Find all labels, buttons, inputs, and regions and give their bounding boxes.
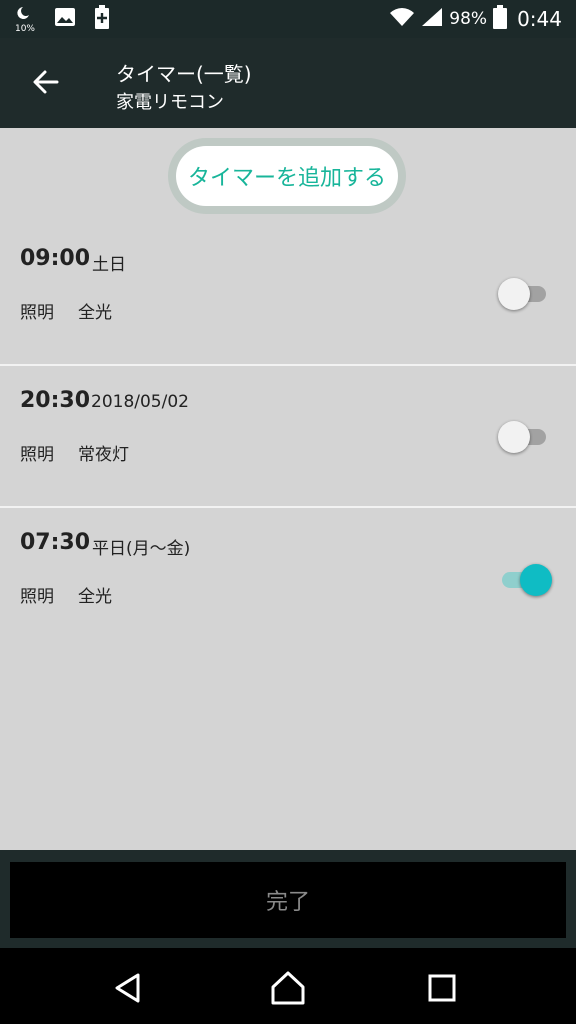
moon-battery-icon: 10% — [14, 5, 36, 34]
timer-mode: 全光 — [78, 587, 112, 607]
toggle-thumb — [498, 421, 530, 453]
timer-schedule: 土日 — [92, 255, 126, 275]
done-button[interactable]: 完了 — [10, 862, 566, 938]
back-arrow-icon — [33, 70, 59, 94]
timer-time: 07:30 — [20, 530, 91, 555]
timer-item[interactable]: 20:30 2018/05/02 照明 常夜灯 — [0, 366, 576, 508]
timer-device: 照明 — [20, 303, 54, 323]
signal-icon — [421, 7, 443, 32]
timer-time: 09:00 — [20, 246, 91, 271]
wifi-icon — [389, 7, 415, 32]
navigation-bar — [0, 948, 576, 1024]
status-bar: 10% 98% 0:44 — [0, 0, 576, 38]
timer-mode: 全光 — [78, 303, 112, 323]
toggle-thumb — [520, 564, 552, 596]
timer-item[interactable]: 07:30 平日(月〜金) 照明 全光 — [0, 508, 576, 650]
timer-device: 照明 — [20, 587, 54, 607]
image-icon — [54, 7, 76, 31]
timer-toggle[interactable] — [498, 419, 548, 453]
add-timer-button-outline: タイマーを追加する — [168, 138, 406, 214]
back-button[interactable] — [28, 64, 64, 100]
timer-schedule: 平日(月〜金) — [92, 539, 191, 559]
add-timer-button[interactable]: タイマーを追加する — [176, 146, 398, 206]
small-battery-text: 10% — [14, 23, 35, 34]
page-title: タイマー(一覧) — [116, 62, 252, 86]
timer-schedule: 2018/05/02 — [91, 392, 189, 412]
timer-device: 照明 — [20, 445, 54, 465]
battery-plus-icon — [94, 5, 110, 33]
timer-item[interactable]: 09:00 土日 照明 全光 — [0, 224, 576, 366]
triangle-back-icon — [115, 973, 140, 1003]
nav-recents-button[interactable] — [422, 968, 462, 1008]
app-bar: タイマー(一覧) 家電リモコン — [0, 38, 576, 128]
timer-time: 20:30 — [20, 388, 91, 413]
clock: 0:44 — [517, 7, 562, 31]
timer-toggle[interactable] — [498, 276, 548, 310]
battery-percent: 98% — [449, 9, 488, 29]
toggle-thumb — [498, 278, 530, 310]
page-subtitle: 家電リモコン — [116, 92, 224, 113]
battery-icon — [493, 4, 508, 34]
bottom-panel: 完了 — [0, 850, 576, 948]
home-icon — [271, 971, 305, 1005]
nav-home-button[interactable] — [268, 968, 308, 1008]
timer-mode: 常夜灯 — [78, 445, 129, 465]
nav-back-button[interactable] — [108, 968, 148, 1008]
timer-toggle[interactable] — [498, 562, 552, 596]
square-recents-icon — [428, 974, 456, 1002]
